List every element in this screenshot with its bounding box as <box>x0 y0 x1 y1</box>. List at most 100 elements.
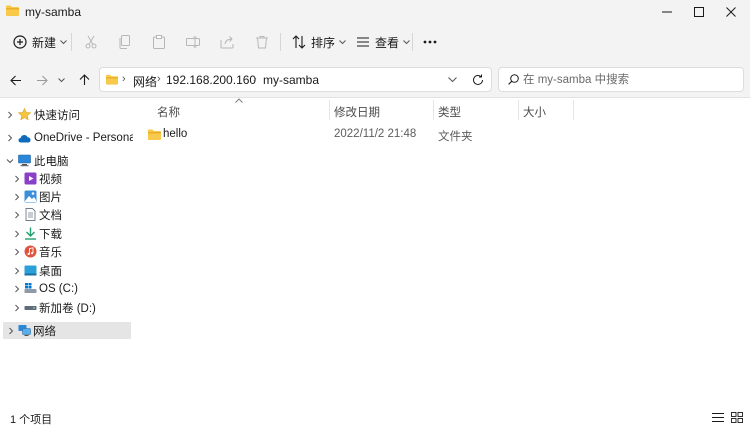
rename-button[interactable] <box>186 31 200 53</box>
details-view-icon[interactable] <box>712 412 724 423</box>
network-icon <box>18 325 31 336</box>
file-modified: 2022/11/2 21:48 <box>334 128 417 140</box>
column-header-size[interactable]: 大小 <box>523 104 546 120</box>
delete-icon <box>256 36 268 49</box>
search-box[interactable] <box>498 67 744 92</box>
chevron-right-icon <box>8 111 13 119</box>
sidebar-item-network[interactable]: 网络 <box>3 322 131 339</box>
sidebar-item-label: OS (C:) <box>39 283 78 295</box>
up-button[interactable] <box>74 70 94 90</box>
sidebar-item-pictures[interactable]: 图片 <box>0 188 133 206</box>
column-divider[interactable] <box>518 100 519 120</box>
column-header-name[interactable]: 名称 <box>157 104 180 120</box>
refresh-icon[interactable] <box>472 74 484 86</box>
sidebar-item-drive-d[interactable]: 新加卷 (D:) <box>0 299 133 317</box>
chevron-right-icon <box>15 211 20 219</box>
view-label: 查看 <box>375 35 400 50</box>
close-button[interactable] <box>715 0 747 24</box>
folder-icon <box>6 5 19 16</box>
chevron-right-icon <box>8 134 13 142</box>
sidebar-item-label: 新加卷 (D:) <box>39 303 96 315</box>
delete-button[interactable] <box>255 31 269 53</box>
sidebar-item-label: 音乐 <box>39 247 62 259</box>
sort-ascending-icon <box>235 98 243 103</box>
sidebar-item-label: 桌面 <box>39 266 62 278</box>
column-divider[interactable] <box>573 100 574 120</box>
sidebar-item-label: 视频 <box>39 174 62 186</box>
sidebar-item-label: 文档 <box>39 210 62 222</box>
cut-button[interactable] <box>84 31 98 53</box>
column-header-type[interactable]: 类型 <box>438 104 461 120</box>
video-icon <box>24 172 37 185</box>
chevron-down-icon <box>403 39 410 44</box>
sidebar-item-label: 此电脑 <box>34 156 69 168</box>
column-header-modified[interactable]: 修改日期 <box>334 104 380 120</box>
sidebar-item-label: 图片 <box>39 192 62 204</box>
sidebar-item-this-pc[interactable]: 此电脑 <box>0 152 133 170</box>
view-icon <box>357 37 369 47</box>
paste-button[interactable] <box>152 31 166 53</box>
chevron-right-icon <box>15 248 20 256</box>
maximize-button[interactable] <box>683 0 715 24</box>
sidebar-item-downloads[interactable]: 下载 <box>0 225 133 243</box>
window-title: my-samba <box>25 5 82 19</box>
sidebar-item-videos[interactable]: 视频 <box>0 170 133 188</box>
desktop-icon <box>24 265 37 276</box>
breadcrumb-share[interactable]: my-samba <box>263 73 319 87</box>
folder-icon <box>148 129 161 140</box>
computer-icon <box>18 154 31 167</box>
sidebar-item-onedrive[interactable]: OneDrive - Personal <box>0 129 138 147</box>
more-button[interactable] <box>423 31 437 53</box>
breadcrumb-network[interactable]: 网络 <box>133 73 157 90</box>
recent-locations-button[interactable] <box>54 70 68 90</box>
new-button[interactable]: 新建 <box>13 31 67 53</box>
table-row[interactable]: hello 2022/11/2 21:48 文件夹 <box>133 124 750 146</box>
sidebar-item-label: 快速访问 <box>34 110 80 122</box>
back-button[interactable] <box>6 70 26 90</box>
chevron-right-icon <box>9 327 14 335</box>
folder-icon <box>106 74 118 85</box>
sidebar-item-desktop[interactable]: 桌面 <box>0 262 133 280</box>
file-name: hello <box>163 128 188 140</box>
sort-icon <box>292 35 306 49</box>
chevron-down-icon[interactable] <box>448 77 457 83</box>
cloud-icon <box>18 135 31 143</box>
column-divider[interactable] <box>433 100 434 120</box>
status-bar: 1 个项目 <box>0 410 750 426</box>
sidebar-item-documents[interactable]: 文档 <box>0 206 133 224</box>
arrow-up-icon <box>79 74 89 85</box>
share-button[interactable] <box>220 31 234 53</box>
chevron-right-icon <box>15 304 20 312</box>
chevron-right-icon <box>15 175 20 183</box>
file-list: 名称 修改日期 类型 大小 hello 2022/11/2 21:48 文件夹 <box>133 98 750 410</box>
picture-icon <box>24 190 37 203</box>
minimize-button[interactable] <box>651 0 683 24</box>
chevron-right-icon <box>15 285 20 293</box>
chevron-right-icon <box>15 230 20 238</box>
paste-icon <box>153 35 165 49</box>
column-divider[interactable] <box>329 100 330 120</box>
tiles-view-icon[interactable] <box>731 412 743 423</box>
drive-c-icon <box>24 283 37 293</box>
view-button[interactable]: 查看 <box>356 31 410 53</box>
copy-button[interactable] <box>118 31 132 53</box>
music-icon <box>24 245 37 258</box>
sidebar-item-quick-access[interactable]: 快速访问 <box>0 106 133 124</box>
forward-button[interactable] <box>32 70 52 90</box>
more-icon <box>423 40 437 44</box>
share-icon <box>220 36 234 49</box>
close-icon <box>726 7 736 17</box>
chevron-right-icon: › <box>122 73 126 85</box>
drive-d-icon <box>24 306 37 310</box>
sidebar-item-music[interactable]: 音乐 <box>0 243 133 261</box>
chevron-down-icon <box>60 39 67 44</box>
search-input[interactable] <box>523 72 733 88</box>
address-bar[interactable]: › 网络 › 192.168.200.160 › my-samba <box>99 67 492 92</box>
search-icon <box>508 74 519 85</box>
sort-button[interactable]: 排序 <box>292 31 346 53</box>
copy-icon <box>119 35 130 49</box>
sidebar-item-drive-c[interactable]: OS (C:) <box>0 280 133 298</box>
chevron-down-icon <box>57 77 65 82</box>
maximize-icon <box>694 7 704 17</box>
breadcrumb-host[interactable]: 192.168.200.160 <box>166 73 256 87</box>
